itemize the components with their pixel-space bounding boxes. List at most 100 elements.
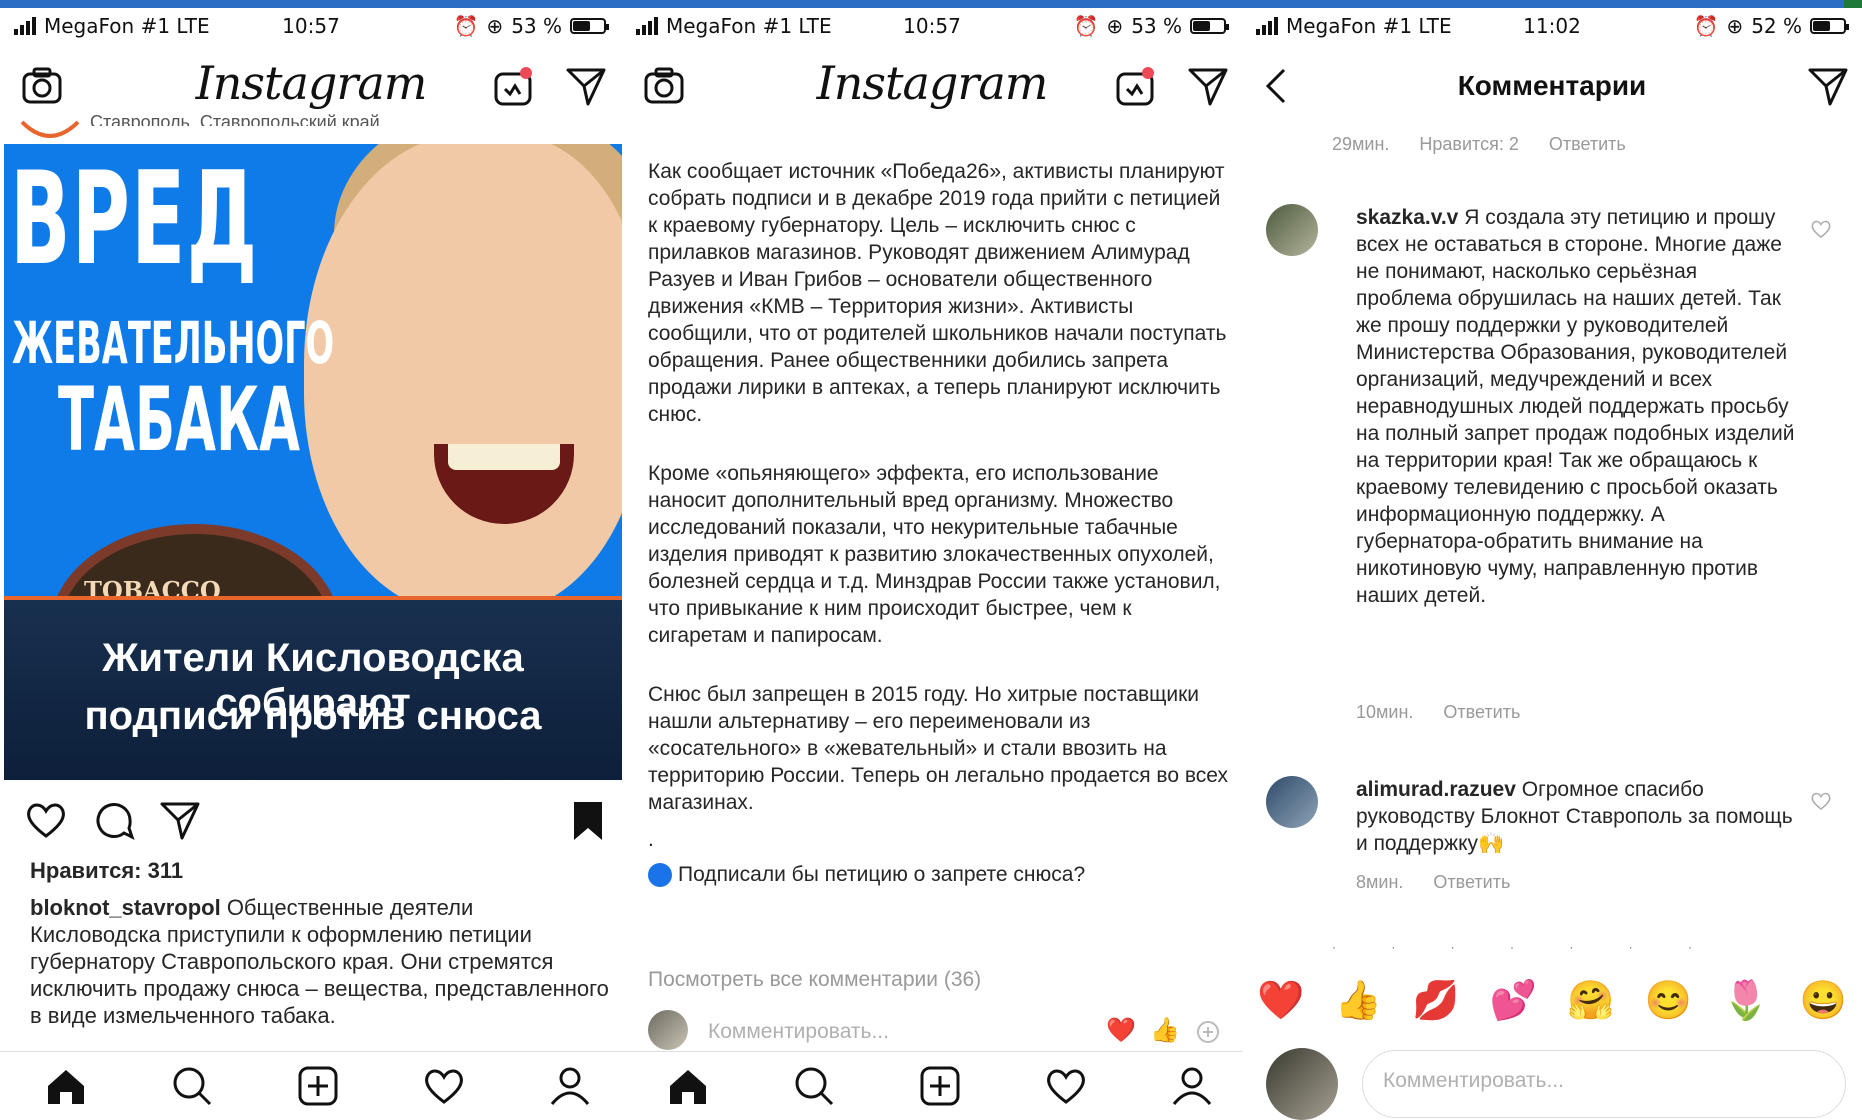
post-caption: bloknot_stavropol Общественные деятели К… — [30, 894, 610, 1029]
share-icon[interactable] — [158, 798, 202, 842]
alarm-icon: ⏰ — [1693, 14, 1719, 38]
reply-link[interactable]: Ответить — [1433, 872, 1510, 893]
clock: 10:57 — [282, 14, 340, 38]
comment-input[interactable]: Комментировать... — [708, 1020, 889, 1044]
blue-circle-icon — [648, 862, 672, 887]
emoji-button[interactable]: 🤗 — [1567, 979, 1614, 1023]
camera-icon[interactable] — [642, 64, 686, 108]
tab-bar — [0, 1051, 622, 1120]
status-bar: MegaFon #1 LTE 10:57 ⏰ ⊕ 53 % — [622, 8, 1242, 44]
clock: 11:02 — [1523, 14, 1581, 38]
carrier-name: MegaFon #1 LTE — [666, 14, 832, 38]
activity-heart-icon[interactable] — [1044, 1064, 1088, 1108]
article-paragraph: Как сообщает источник «Победа26», активи… — [648, 160, 1227, 426]
activity-heart-icon[interactable] — [422, 1064, 466, 1108]
reply-link[interactable]: Ответить — [1443, 702, 1520, 723]
emoji-button[interactable]: ❤️ — [1257, 979, 1304, 1023]
avatar[interactable] — [1266, 776, 1318, 828]
search-icon[interactable] — [792, 1064, 836, 1108]
rotation-lock-icon: ⊕ — [1726, 14, 1744, 38]
battery-percent: 52 % — [1751, 14, 1802, 38]
instagram-logo: Instagram — [195, 56, 428, 110]
camera-icon[interactable] — [20, 64, 64, 108]
post-actions — [0, 788, 622, 852]
back-chevron-icon[interactable] — [1256, 64, 1300, 108]
add-comment-row: Комментировать... — [1266, 1048, 1846, 1120]
battery-icon — [570, 18, 609, 34]
igtv-icon[interactable] — [492, 64, 536, 108]
add-emoji-icon[interactable] — [1196, 1020, 1220, 1044]
article-paragraph: Кроме «опьяняющего» эффекта, его использ… — [648, 462, 1221, 647]
caption-band: Жители Кисловодска собирают подписи прот… — [4, 600, 622, 780]
emoji-button[interactable]: 💕 — [1490, 979, 1537, 1023]
carrier-name: MegaFon #1 LTE — [1286, 14, 1452, 38]
comment-time: 29мин. — [1332, 134, 1390, 154]
comment-heart-icon[interactable] — [1810, 790, 1832, 812]
quick-emoji-thumbs[interactable]: 👍 — [1150, 1016, 1180, 1045]
likes-count[interactable]: Нравится: 311 — [30, 858, 183, 884]
caption-username[interactable]: bloknot_stavropol — [30, 895, 221, 920]
rotation-lock-icon: ⊕ — [1106, 14, 1124, 38]
profile-icon[interactable] — [1170, 1064, 1214, 1108]
clock: 10:57 — [903, 14, 961, 38]
emoji-button[interactable]: 🌷 — [1722, 979, 1769, 1023]
igtv-icon[interactable] — [1114, 64, 1158, 108]
add-post-icon[interactable] — [918, 1064, 962, 1108]
signal-icon — [1256, 17, 1278, 35]
post-image[interactable]: ВРЕД ЖЕВАТЕЛЬНОГО ТАБАКА TOBACCO Жители … — [4, 144, 622, 780]
article-dot: . — [648, 828, 654, 851]
profile-icon[interactable] — [548, 1064, 592, 1108]
avatar — [648, 1010, 688, 1050]
quick-emoji-heart[interactable]: ❤️ — [1106, 1016, 1136, 1045]
poll-question: Подписали бы петицию о запрете снюса? — [648, 861, 1232, 888]
avatar — [1266, 1048, 1338, 1120]
comment-heart-icon[interactable] — [1810, 218, 1832, 240]
comment-likes[interactable]: Нравится: 2 — [1419, 134, 1518, 155]
instagram-logo: Instagram — [816, 56, 1049, 110]
home-icon[interactable] — [666, 1064, 710, 1108]
emoji-button[interactable]: 👍 — [1335, 979, 1382, 1023]
comment-meta: 29мин. Нравится: 2 Ответить — [1332, 134, 1626, 155]
add-post-icon[interactable] — [296, 1064, 340, 1108]
top-nav: Комментарии — [1242, 44, 1862, 126]
tab-bar — [622, 1051, 1242, 1120]
home-icon[interactable] — [44, 1064, 88, 1108]
comment-icon[interactable] — [92, 798, 136, 842]
avatar[interactable] — [1266, 204, 1318, 256]
heart-icon[interactable] — [24, 798, 68, 842]
article-paragraph: Снюс был запрещен в 2015 году. Но хитрые… — [648, 683, 1229, 814]
comment-username[interactable]: skazka.v.v — [1356, 206, 1458, 229]
view-all-comments-link[interactable]: Посмотреть все комментарии (36) — [648, 968, 981, 992]
alarm-icon: ⏰ — [453, 14, 479, 38]
comment-time: 8мин. — [1356, 872, 1404, 892]
band-line-2: подписи против снюса — [84, 694, 542, 738]
rotation-lock-icon: ⊕ — [486, 14, 504, 38]
comment-username[interactable]: alimurad.razuev — [1356, 778, 1516, 801]
story-ring — [20, 120, 80, 138]
top-nav: Instagram — [622, 44, 1242, 126]
post-article: Как сообщает источник «Победа26», активи… — [648, 158, 1232, 888]
screen-post-text: MegaFon #1 LTE 10:57 ⏰ ⊕ 53 % Instagram … — [622, 8, 1242, 1120]
comment-meta: 10мин. Ответить — [1356, 702, 1520, 723]
screen-comments: MegaFon #1 LTE 11:02 ⏰ ⊕ 52 % Комментари… — [1242, 8, 1862, 1120]
headline-vred: ВРЕД — [10, 145, 259, 294]
battery-icon — [1810, 18, 1849, 34]
bookmark-icon[interactable] — [566, 798, 610, 842]
reply-link[interactable]: Ответить — [1549, 134, 1626, 155]
signal-icon — [14, 17, 36, 35]
status-bar: MegaFon #1 LTE 11:02 ⏰ ⊕ 52 % — [1242, 8, 1862, 44]
search-icon[interactable] — [170, 1064, 214, 1108]
emoji-button[interactable]: 😀 — [1800, 979, 1847, 1023]
status-bar: MegaFon #1 LTE 10:57 ⏰ ⊕ 53 % — [0, 8, 622, 44]
direct-message-icon[interactable] — [564, 64, 608, 108]
direct-message-icon[interactable] — [1186, 64, 1230, 108]
alarm-icon: ⏰ — [1073, 14, 1099, 38]
emoji-button[interactable]: 💋 — [1412, 979, 1459, 1023]
comment-item: skazka.v.v Я создала эту петицию и прошу… — [1266, 204, 1836, 724]
comment-input[interactable]: Комментировать... — [1362, 1050, 1846, 1118]
headline-tabaka: ТАБАКА — [58, 368, 301, 471]
direct-message-icon[interactable] — [1806, 64, 1850, 108]
emoji-button[interactable]: 😊 — [1645, 979, 1692, 1023]
post-location[interactable]: Ставрополь, Ставропольский край — [90, 112, 380, 126]
carrier-name: MegaFon #1 LTE — [44, 14, 210, 38]
